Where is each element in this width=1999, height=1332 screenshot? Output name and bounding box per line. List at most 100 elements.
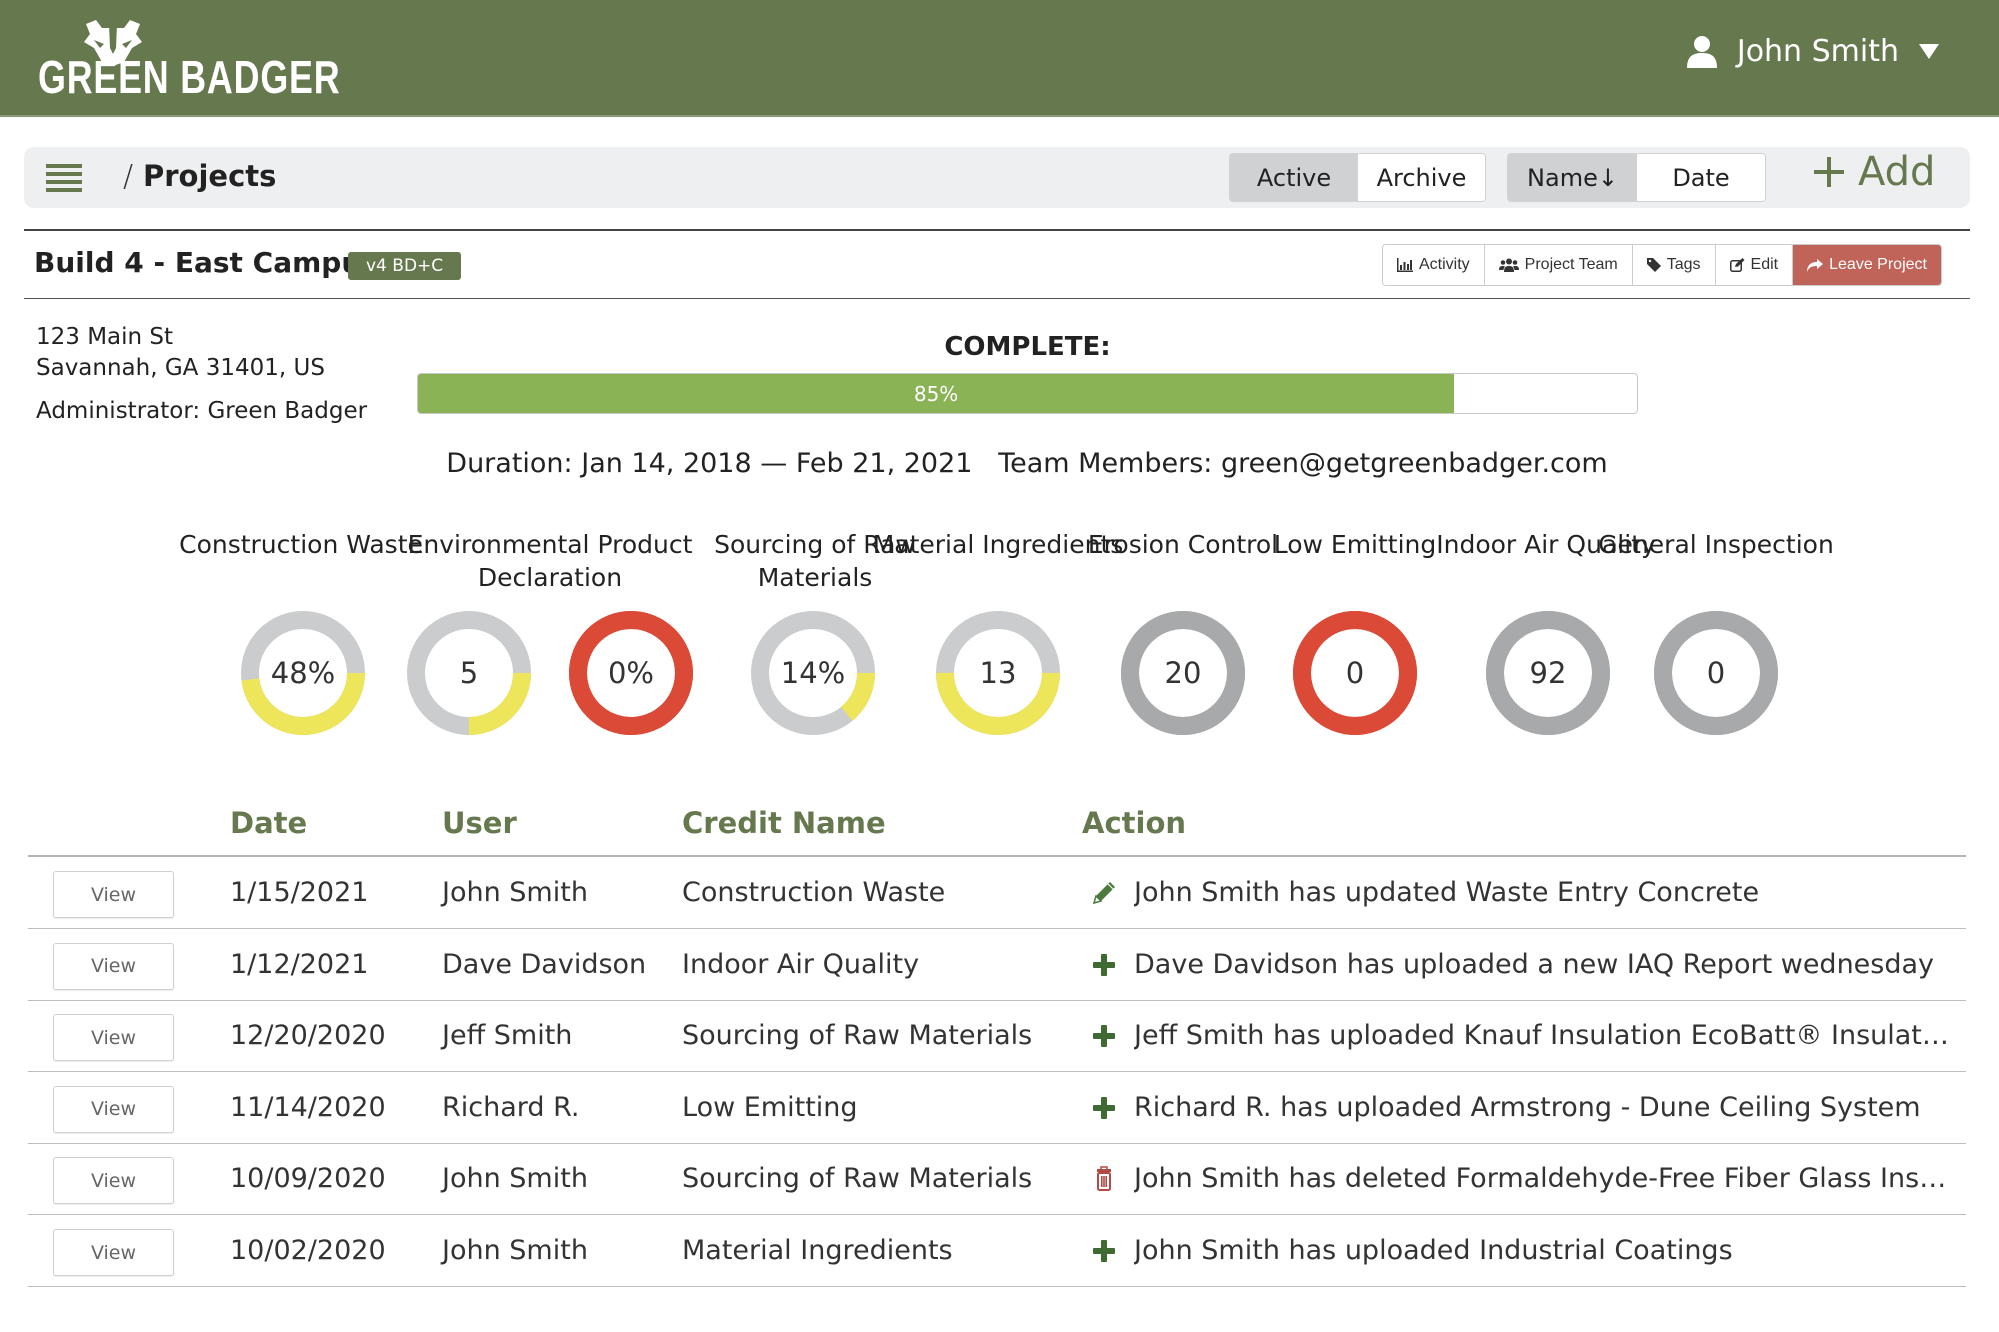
edit-label: Edit xyxy=(1750,256,1779,273)
breadcrumb-projects[interactable]: Projects xyxy=(143,159,276,193)
row-user: John Smith xyxy=(442,877,588,908)
row-date: 12/20/2020 xyxy=(230,1020,386,1052)
divider xyxy=(24,298,1970,299)
rating-system-badge: v4 BD+C xyxy=(348,252,462,280)
column-header-date[interactable]: Date xyxy=(230,806,307,840)
credit-donut[interactable]: 5 xyxy=(407,611,531,735)
project-actions: Activity Project Team Tags Edit Leave Pr… xyxy=(1382,244,1942,286)
add-label: Add xyxy=(1858,149,1936,195)
row-action: John Smith has deleted Formaldehyde-Free… xyxy=(1134,1163,1954,1195)
row-credit-name: Construction Waste xyxy=(682,877,946,908)
credit-donut[interactable]: 0% xyxy=(569,611,693,735)
address-line1: 123 Main St xyxy=(36,324,174,350)
row-user: Dave Davidson xyxy=(442,948,647,980)
row-credit-name: Indoor Air Quality xyxy=(682,948,920,980)
credit-donut[interactable]: 92 xyxy=(1486,611,1610,735)
pencil-icon xyxy=(1090,879,1120,909)
plus-icon xyxy=(1090,1022,1120,1052)
view-button[interactable]: View xyxy=(53,1085,174,1133)
view-button[interactable]: View xyxy=(53,1014,174,1062)
plus-icon xyxy=(1090,1237,1120,1267)
brand-name: GREEN BADGER xyxy=(38,51,341,103)
row-action: John Smith has updated Waste Entry Concr… xyxy=(1134,877,1760,908)
row-date: 10/09/2020 xyxy=(230,1163,386,1195)
completion-progress-bar: 85% xyxy=(417,373,1638,414)
table-row: View 10/02/2020 John Smith Material Ingredi… xyxy=(28,1215,1966,1286)
row-credit-name: Low Emitting xyxy=(682,1091,858,1123)
user-icon xyxy=(1686,35,1717,68)
credit-donut[interactable]: 13 xyxy=(936,611,1060,735)
row-credit-name: Material Ingredients xyxy=(682,1235,953,1266)
row-divider xyxy=(28,1286,1966,1287)
donut-value: 0% xyxy=(607,656,654,690)
donut-value: 92 xyxy=(1529,656,1567,690)
column-header-credit-name[interactable]: Credit Name xyxy=(682,806,886,840)
user-menu[interactable]: John Smith xyxy=(1686,34,1939,69)
filter-active-button[interactable]: Active xyxy=(1230,154,1358,201)
credit-donut[interactable]: 48% xyxy=(241,611,365,735)
tags-label: Tags xyxy=(1666,256,1701,273)
tag-icon xyxy=(1646,258,1661,272)
plus-icon xyxy=(1090,1094,1120,1124)
user-name: John Smith xyxy=(1736,34,1899,69)
users-icon xyxy=(1498,258,1519,272)
table-row: View 1/12/2021 Dave Davidson Indoor Air Qua… xyxy=(28,929,1966,1000)
complete-label: COMPLETE: xyxy=(944,332,1111,362)
brand-logo[interactable]: GREEN BADGER xyxy=(38,18,426,100)
row-action: Richard R. has uploaded Armstrong - Dune… xyxy=(1134,1091,1921,1123)
donut-value: 5 xyxy=(459,656,479,690)
progress-text: 85% xyxy=(913,381,959,406)
add-project-button[interactable]: Add xyxy=(1814,149,1935,195)
row-action: John Smith has uploaded Industrial Coati… xyxy=(1134,1235,1733,1266)
row-user: Richard R. xyxy=(442,1091,580,1123)
row-user: John Smith xyxy=(442,1163,588,1195)
activity-button[interactable]: Activity xyxy=(1383,245,1485,285)
row-date: 1/12/2021 xyxy=(230,948,369,980)
sort-toggle: Name↓ Date xyxy=(1507,153,1766,202)
address-line2: Savannah, GA 31401, US xyxy=(36,355,325,381)
breadcrumb-separator: / xyxy=(123,159,134,194)
donut-value: 48% xyxy=(270,656,336,690)
column-header-action[interactable]: Action xyxy=(1082,806,1186,840)
filter-archive-button[interactable]: Archive xyxy=(1358,154,1485,201)
donut-value: 20 xyxy=(1164,656,1202,690)
donut-value: 14% xyxy=(780,656,846,690)
edit-icon xyxy=(1729,258,1745,272)
tags-button[interactable]: Tags xyxy=(1632,245,1716,285)
view-button[interactable]: View xyxy=(53,871,174,918)
project-team-button[interactable]: Project Team xyxy=(1484,245,1633,285)
credit-donut[interactable]: 0 xyxy=(1293,611,1417,735)
view-button[interactable]: View xyxy=(53,942,174,990)
progress-fill: 85% xyxy=(418,374,1455,413)
menu-icon[interactable] xyxy=(46,164,82,192)
plus-icon xyxy=(1814,157,1844,187)
row-action: Jeff Smith has uploaded Knauf Insulation… xyxy=(1134,1020,1954,1052)
row-user: Jeff Smith xyxy=(442,1020,573,1052)
sort-date-button[interactable]: Date xyxy=(1637,154,1765,201)
row-date: 11/14/2020 xyxy=(230,1091,386,1123)
credit-label: Environmental Product Declaration xyxy=(407,530,693,592)
bar-chart-icon xyxy=(1397,258,1413,272)
leave-project-label: Leave Project xyxy=(1829,256,1927,273)
project-team-label: Project Team xyxy=(1524,256,1618,273)
share-arrow-icon xyxy=(1807,258,1824,272)
column-header-user[interactable]: User xyxy=(442,806,517,840)
row-credit-name: Sourcing of Raw Materials xyxy=(682,1020,1033,1052)
project-duration-team: Duration: Jan 14, 2018 — Feb 21, 2021 Te… xyxy=(446,448,1608,479)
table-row: View 1/15/2021 John Smith Construction Wast… xyxy=(28,857,1966,928)
sort-name-button[interactable]: Name↓ xyxy=(1508,154,1637,201)
credit-label: General Inspection xyxy=(1598,530,1834,559)
row-date: 10/02/2020 xyxy=(230,1235,386,1266)
view-button[interactable]: View xyxy=(53,1157,174,1205)
trash-icon xyxy=(1090,1165,1120,1195)
leave-project-button[interactable]: Leave Project xyxy=(1793,245,1941,285)
credit-donut[interactable]: 20 xyxy=(1121,611,1245,735)
project-title: Build 4 - East Campus xyxy=(34,246,378,279)
activity-label: Activity xyxy=(1419,256,1470,273)
edit-button[interactable]: Edit xyxy=(1715,245,1794,285)
credit-donut[interactable]: 0 xyxy=(1654,611,1778,735)
credit-donut[interactable]: 14% xyxy=(751,611,875,735)
table-row: View 12/20/2020 Jeff Smith Sourcing of Raw … xyxy=(28,1000,1966,1071)
view-button[interactable]: View xyxy=(53,1229,174,1276)
row-credit-name: Sourcing of Raw Materials xyxy=(682,1163,1033,1195)
